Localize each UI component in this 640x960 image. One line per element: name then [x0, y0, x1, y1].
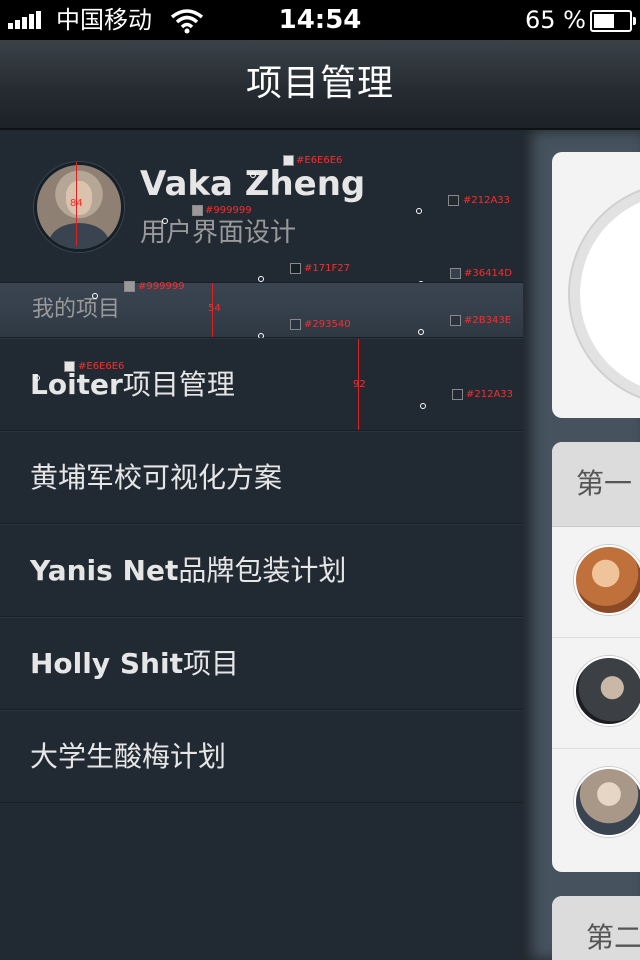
color-swatch — [290, 319, 301, 330]
color-swatch — [452, 389, 463, 400]
anno-dot — [250, 172, 256, 178]
measure-header-label: 54 — [208, 303, 221, 314]
color-label-item: #E6E6E6 — [78, 361, 125, 372]
color-swatch — [283, 155, 294, 166]
profile-name: Vaka Zheng — [140, 164, 366, 204]
navigation-bar: 项目管理 — [0, 40, 640, 130]
member-row[interactable] — [552, 638, 640, 749]
color-swatch — [192, 205, 203, 216]
color-label-section: #999999 — [138, 281, 185, 292]
project-item-huangpu[interactable]: 黄埔军校可视化方案 — [0, 431, 523, 524]
group-card-2[interactable]: 第二 — [552, 896, 640, 960]
group-title: 第一 — [576, 467, 633, 500]
side-menu: Vaka Zheng 用户界面设计 84 #E6E6E6 #999999 #21… — [0, 130, 523, 960]
color-swatch — [448, 195, 459, 206]
color-label-row-border: #293540 — [304, 319, 351, 330]
color-swatch — [64, 361, 75, 372]
color-label-name: #E6E6E6 — [296, 155, 343, 166]
group-card-1[interactable]: 第一 — [552, 442, 640, 872]
member-row[interactable] — [552, 749, 640, 859]
main-content-peek[interactable]: 2 C 第一 第二 — [523, 130, 640, 960]
project-label: Yanis Net品牌包装计划 — [30, 554, 347, 587]
project-label: 黄埔军校可视化方案 — [30, 461, 283, 494]
project-label: Loiter项目管理 — [30, 368, 235, 401]
stats-card[interactable]: 2 C — [552, 152, 640, 418]
page-title: 项目管理 — [245, 63, 394, 104]
project-item-yanis-net[interactable]: Yanis Net品牌包装计划 — [0, 524, 523, 617]
project-list: Loiter项目管理 #E6E6E6 92 #212A33 黄埔军校可视化方案 … — [0, 338, 523, 803]
color-swatch — [124, 281, 135, 292]
color-swatch — [290, 263, 301, 274]
battery-icon — [590, 10, 636, 32]
group-header: 第二 — [552, 896, 640, 960]
color-label-highlight: #2B343E — [464, 315, 512, 326]
measure-row-label: 92 — [353, 379, 366, 390]
battery-percent: 65 % — [525, 6, 586, 34]
project-item-loiter[interactable]: Loiter项目管理 #E6E6E6 92 #212A33 — [0, 338, 523, 431]
color-swatch — [450, 268, 461, 279]
color-label-header: #36414D — [464, 268, 512, 279]
anno-dot — [418, 329, 424, 335]
anno-dot — [34, 375, 40, 381]
color-label-bg: #212A33 — [463, 195, 511, 206]
anno-dot — [420, 403, 426, 409]
project-item-holly-shit[interactable]: Holly Shit项目 — [0, 617, 523, 710]
group-title: 第二 — [586, 921, 640, 954]
section-title: 我的项目 — [32, 297, 121, 322]
avatar — [574, 545, 640, 615]
measure-avatar-label: 84 — [70, 198, 83, 209]
profile-header[interactable]: Vaka Zheng 用户界面设计 84 #E6E6E6 #999999 #21… — [0, 130, 523, 287]
battery-fill — [594, 14, 614, 28]
color-swatch — [450, 315, 461, 326]
member-row[interactable] — [552, 527, 640, 638]
color-label-row-bg: #212A33 — [466, 389, 514, 400]
project-label: Holly Shit项目 — [30, 647, 239, 680]
project-item-suanmei[interactable]: 大学生酸梅计划 — [0, 710, 523, 803]
anno-dot — [92, 293, 98, 299]
project-label: 大学生酸梅计划 — [30, 740, 227, 773]
anno-dot — [162, 218, 168, 224]
progress-ring: 2 C — [570, 184, 640, 404]
section-header: 我的项目 #999999 54 #293540 #2B343E — [0, 281, 523, 339]
color-label-role: #999999 — [205, 205, 252, 216]
anno-dot — [416, 208, 422, 214]
color-label-divider: #171F27 — [304, 263, 350, 274]
avatar — [574, 767, 640, 837]
group-header: 第一 — [552, 442, 640, 527]
avatar — [574, 656, 640, 726]
status-bar: 中国移动 14:54 65 % — [0, 0, 640, 40]
